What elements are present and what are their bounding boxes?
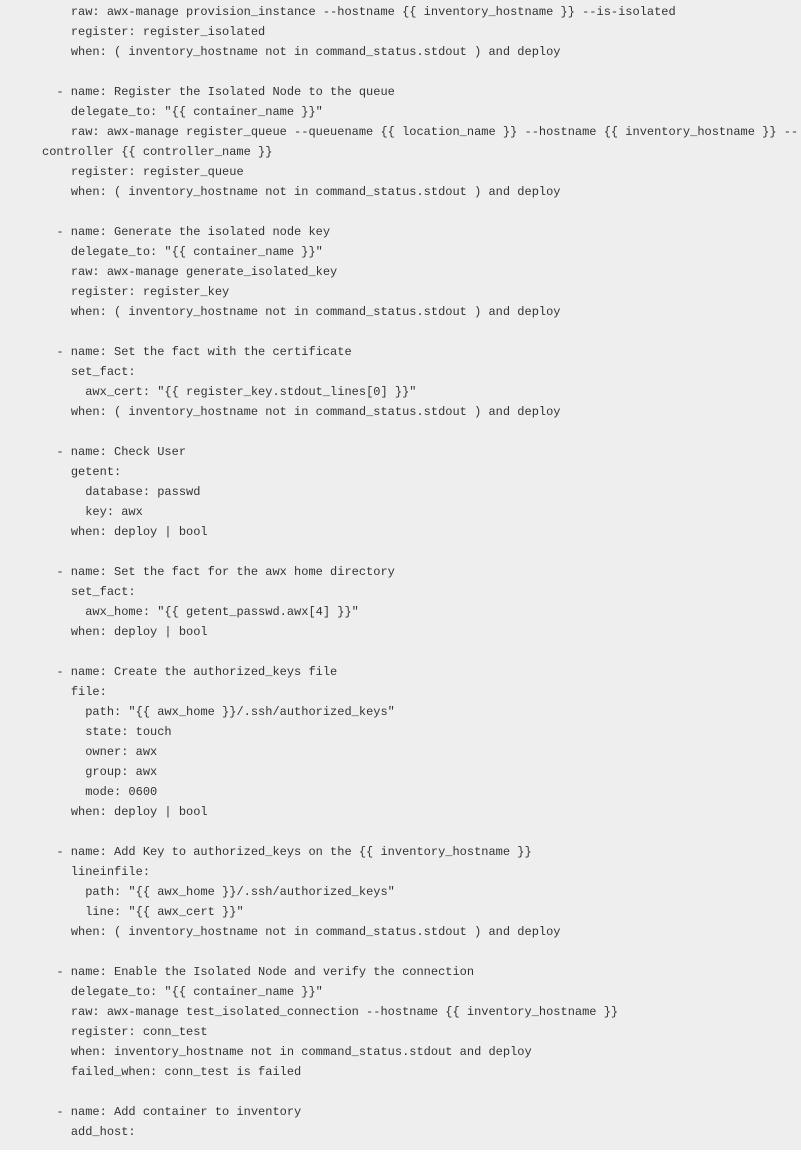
code-line: state: touch <box>0 722 801 742</box>
code-line: - name: Enable the Isolated Node and ver… <box>0 962 801 982</box>
code-line: path: "{{ awx_home }}/.ssh/authorized_ke… <box>0 882 801 902</box>
code-line: raw: awx-manage test_isolated_connection… <box>0 1002 801 1022</box>
code-line <box>0 422 801 442</box>
code-line: register: register_isolated <box>0 22 801 42</box>
code-line: register: register_key <box>0 282 801 302</box>
code-line <box>0 822 801 842</box>
code-line: owner: awx <box>0 742 801 762</box>
code-line: - name: Register the Isolated Node to th… <box>0 82 801 102</box>
code-line: line: "{{ awx_cert }}" <box>0 902 801 922</box>
code-line: when: inventory_hostname not in command_… <box>0 1042 801 1062</box>
code-line: - name: Set the fact for the awx home di… <box>0 562 801 582</box>
code-line <box>0 322 801 342</box>
code-line <box>0 642 801 662</box>
code-line: getent: <box>0 462 801 482</box>
code-line: - name: Add container to inventory <box>0 1102 801 1122</box>
code-line: - name: Check User <box>0 442 801 462</box>
code-line: - name: Add Key to authorized_keys on th… <box>0 842 801 862</box>
code-line: when: ( inventory_hostname not in comman… <box>0 402 801 422</box>
code-line <box>0 542 801 562</box>
code-line: register: conn_test <box>0 1022 801 1042</box>
code-line: raw: awx-manage generate_isolated_key <box>0 262 801 282</box>
code-line: set_fact: <box>0 362 801 382</box>
code-line: delegate_to: "{{ container_name }}" <box>0 982 801 1002</box>
code-line: when: deploy | bool <box>0 522 801 542</box>
code-line: when: ( inventory_hostname not in comman… <box>0 182 801 202</box>
code-line: - name: Set the fact with the certificat… <box>0 342 801 362</box>
code-line: failed_when: conn_test is failed <box>0 1062 801 1082</box>
code-line: when: ( inventory_hostname not in comman… <box>0 302 801 322</box>
code-line: when: deploy | bool <box>0 802 801 822</box>
code-line: when: deploy | bool <box>0 622 801 642</box>
code-line: mode: 0600 <box>0 782 801 802</box>
code-line: awx_cert: "{{ register_key.stdout_lines[… <box>0 382 801 402</box>
code-line: - name: Create the authorized_keys file <box>0 662 801 682</box>
code-line: when: ( inventory_hostname not in comman… <box>0 42 801 62</box>
code-line: raw: awx-manage provision_instance --hos… <box>0 2 801 22</box>
code-line: lineinfile: <box>0 862 801 882</box>
code-line: set_fact: <box>0 582 801 602</box>
code-line: - name: Generate the isolated node key <box>0 222 801 242</box>
code-line: group: awx <box>0 762 801 782</box>
code-line: delegate_to: "{{ container_name }}" <box>0 242 801 262</box>
code-line: awx_home: "{{ getent_passwd.awx[4] }}" <box>0 602 801 622</box>
code-line <box>0 1082 801 1102</box>
code-block: raw: awx-manage provision_instance --hos… <box>0 0 801 1150</box>
code-line: file: <box>0 682 801 702</box>
code-line <box>0 62 801 82</box>
code-line: register: register_queue <box>0 162 801 182</box>
code-line <box>0 942 801 962</box>
code-line: raw: awx-manage register_queue --queuena… <box>0 122 801 162</box>
code-line: when: ( inventory_hostname not in comman… <box>0 922 801 942</box>
code-line <box>0 202 801 222</box>
code-line: database: passwd <box>0 482 801 502</box>
code-line: key: awx <box>0 502 801 522</box>
code-line: delegate_to: "{{ container_name }}" <box>0 102 801 122</box>
code-line: path: "{{ awx_home }}/.ssh/authorized_ke… <box>0 702 801 722</box>
code-line: add_host: <box>0 1122 801 1142</box>
